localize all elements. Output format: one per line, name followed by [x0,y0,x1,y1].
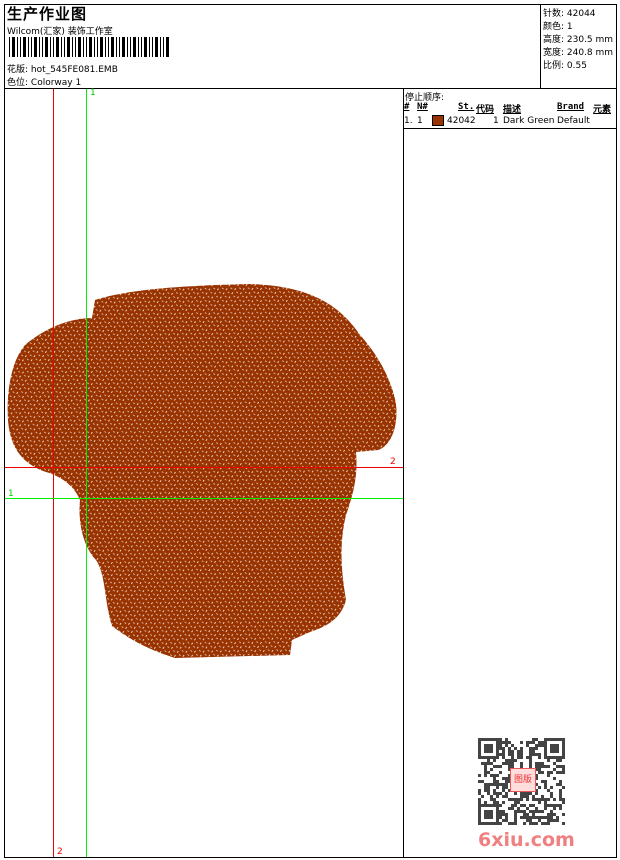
watermark: 图版 6xiu.com [478,738,575,851]
watermark-text: 6xiu.com [478,829,575,851]
guide-h1-label: 1 [8,489,14,499]
embroidery-design [7,284,397,658]
guide-v1-label: 1 [90,88,96,98]
guide-h2-label: 2 [390,457,396,467]
design-canvas [5,89,403,857]
stamp: 图版 [510,768,536,792]
guide-v2-label: 2 [57,847,63,857]
